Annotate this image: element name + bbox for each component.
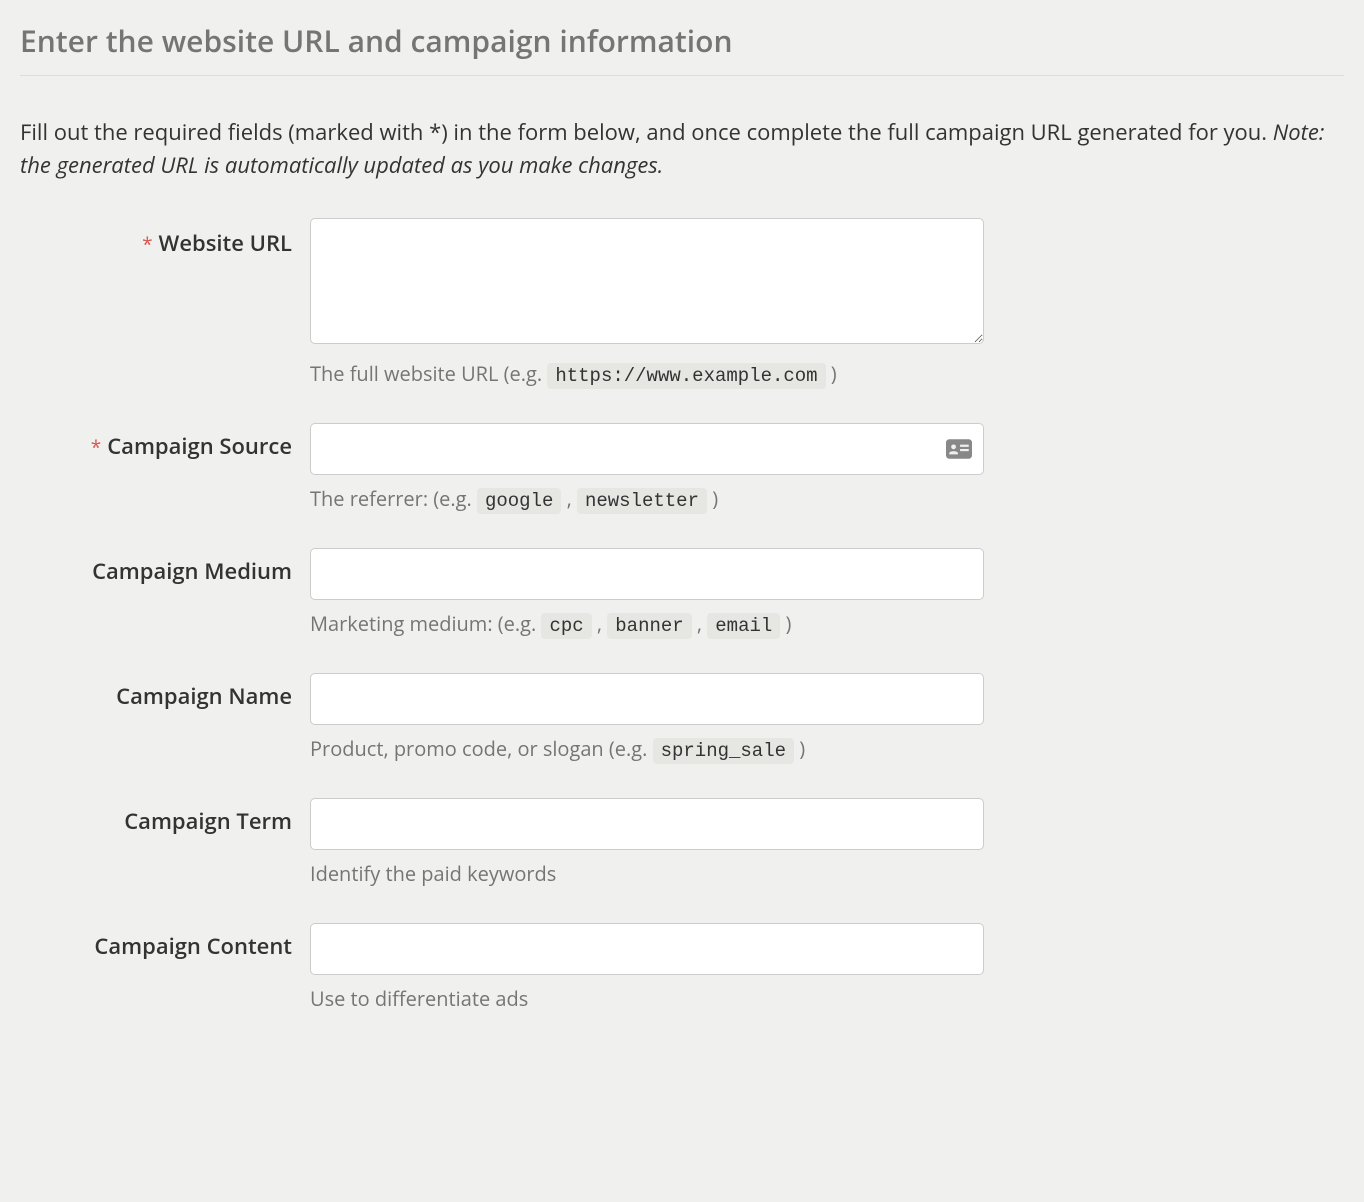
input-col: Marketing medium: (e.g. cpc , banner , e… [310,548,984,637]
help-text-suffix: ) [780,610,791,637]
help-text-suffix: ) [707,485,718,512]
help-code: email [707,613,780,639]
label-col: Campaign Content [20,923,310,961]
input-wrap [310,423,984,475]
help-code: banner [607,613,691,639]
help-code: cpc [541,613,591,639]
campaign-medium-help: Marketing medium: (e.g. cpc , banner , e… [310,610,984,637]
help-code: https://www.example.com [547,363,825,389]
campaign-source-input[interactable] [310,423,984,475]
required-mark: * [142,231,152,257]
form-row-campaign-medium: Campaign Medium Marketing medium: (e.g. … [20,548,1344,637]
intro-text: Fill out the required fields (marked wit… [20,117,1273,147]
label-col: Campaign Term [20,798,310,836]
help-code: newsletter [577,488,707,514]
campaign-content-help: Use to differentiate ads [310,985,984,1012]
campaign-content-input[interactable] [310,923,984,975]
page-title: Enter the website URL and campaign infor… [20,20,1344,76]
help-code: google [477,488,561,514]
form-row-website-url: * Website URL The full website URL (e.g. … [20,218,1344,387]
help-text-suffix: ) [826,360,837,387]
campaign-term-input[interactable] [310,798,984,850]
form-row-campaign-name: Campaign Name Product, promo code, or sl… [20,673,1344,762]
label-col: Campaign Name [20,673,310,711]
autofill-icon [946,439,972,459]
help-text-prefix: The referrer: (e.g. [310,485,477,512]
website-url-help: The full website URL (e.g. https://www.e… [310,360,984,387]
label-col: Campaign Medium [20,548,310,586]
label-col: *Campaign Source [20,423,310,461]
help-text-suffix: ) [794,735,805,762]
input-col: Product, promo code, or slogan (e.g. spr… [310,673,984,762]
campaign-name-label: Campaign Name [116,681,292,711]
intro-paragraph: Fill out the required fields (marked wit… [20,116,1344,182]
required-mark: * [91,434,101,460]
campaign-source-label: Campaign Source [107,431,292,461]
input-col: Use to differentiate ads [310,923,984,1012]
form-row-campaign-source: *Campaign Source The referrer: (e.g. goo… [20,423,1344,512]
website-url-label: Website URL [159,228,292,258]
help-text-prefix: Marketing medium: (e.g. [310,610,541,637]
campaign-name-help: Product, promo code, or slogan (e.g. spr… [310,735,984,762]
campaign-medium-input[interactable] [310,548,984,600]
campaign-name-input[interactable] [310,673,984,725]
help-text-prefix: Product, promo code, or slogan (e.g. [310,735,653,762]
campaign-term-label: Campaign Term [124,806,292,836]
campaign-content-label: Campaign Content [94,931,292,961]
label-col: * Website URL [20,218,310,258]
help-text-prefix: The full website URL (e.g. [310,360,547,387]
form-row-campaign-term: Campaign Term Identify the paid keywords [20,798,1344,887]
input-col: The full website URL (e.g. https://www.e… [310,218,984,387]
help-sep: , [592,610,608,637]
input-col: Identify the paid keywords [310,798,984,887]
campaign-medium-label: Campaign Medium [92,556,292,586]
campaign-term-help: Identify the paid keywords [310,860,984,887]
campaign-source-help: The referrer: (e.g. google , newsletter … [310,485,984,512]
input-col: The referrer: (e.g. google , newsletter … [310,423,984,512]
form-row-campaign-content: Campaign Content Use to differentiate ad… [20,923,1344,1012]
help-code: spring_sale [653,738,794,764]
help-sep: , [561,485,577,512]
website-url-input[interactable] [310,218,984,344]
help-sep: , [692,610,708,637]
